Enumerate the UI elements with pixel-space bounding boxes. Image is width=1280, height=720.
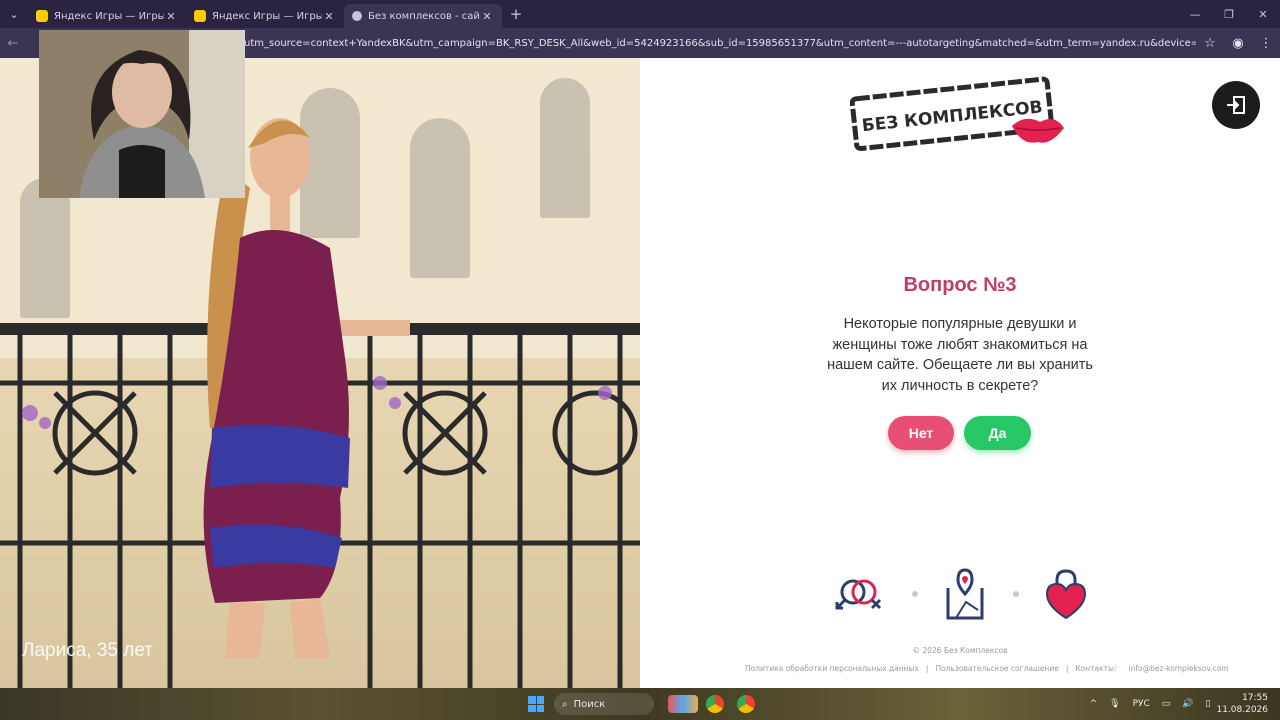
- divider-dot: [912, 591, 918, 597]
- privacy-policy-link[interactable]: Политика обработки персональных данных: [745, 664, 919, 673]
- profile-icon[interactable]: ◉: [1224, 36, 1252, 51]
- close-icon[interactable]: ✕: [480, 10, 494, 23]
- windows-logo-tile: [536, 704, 544, 712]
- contacts-label: Контакты:: [1075, 664, 1117, 673]
- contact-email-link[interactable]: info@bez-kompleksov.com: [1129, 664, 1229, 673]
- photo-caption: Лариса, 35 лет: [22, 640, 153, 661]
- building-window: [20, 178, 70, 318]
- menu-kebab-icon[interactable]: ⋮: [1252, 36, 1280, 51]
- terms-link[interactable]: Пользовательское соглашение: [935, 664, 1058, 673]
- windows-logo-tile: [528, 704, 536, 712]
- couple-icon: [835, 579, 882, 610]
- search-label: Поиск: [573, 698, 606, 710]
- window-controls: — ❐ ✕: [1178, 8, 1280, 21]
- clock[interactable]: 17:55 11.08.2026: [1216, 692, 1268, 716]
- yandex-games-icon: [36, 10, 48, 22]
- question-text: Некоторые популярные девушки и женщины т…: [827, 316, 1093, 394]
- windows-logo-tile: [528, 696, 536, 704]
- tab-title: Без комплексов - сайт онлайн: [368, 10, 480, 22]
- clock-time: 17:55: [1242, 693, 1268, 703]
- logout-icon: [1227, 96, 1245, 114]
- footer-links: Политика обработки персональных данных |…: [745, 664, 1229, 673]
- close-icon[interactable]: ✕: [322, 10, 336, 23]
- page: Лариса, 35 лет БЕЗ КОМПЛЕКСОВ Вопрос №3 …: [0, 30, 1280, 688]
- building-window: [540, 78, 590, 218]
- close-icon[interactable]: ✕: [164, 10, 178, 23]
- tab-title: Яндекс Игры — Игры онлайн: [212, 10, 322, 22]
- webcam-overlay: [39, 30, 245, 198]
- battery-icon[interactable]: ▯: [1206, 699, 1211, 709]
- question-title: Вопрос №3: [903, 274, 1017, 296]
- webcam-person: [39, 30, 245, 198]
- taskbar: ⌕ Поиск ^ 🎙 РУС ▭ 🔊 ▯ 17:55 11.08.2026: [0, 688, 1280, 720]
- heart-lock-icon: [1045, 569, 1087, 620]
- taskbar-search[interactable]: ⌕ Поиск: [554, 693, 654, 715]
- footer-separator: |: [925, 664, 929, 673]
- divider-dot: [1013, 591, 1019, 597]
- minimize-icon[interactable]: —: [1178, 8, 1212, 21]
- tab-search-button[interactable]: ⌄: [0, 0, 28, 28]
- tab-bar: ⌄ Яндекс Игры — Игры онлайн ✕ Яндекс Игр…: [0, 0, 1280, 28]
- quiz-panel: БЕЗ КОМПЛЕКСОВ Вопрос №3 Некоторые попул…: [640, 58, 1280, 688]
- footer-spacer: [1117, 664, 1129, 673]
- volume-icon[interactable]: 🔊: [1182, 699, 1193, 709]
- close-window-icon[interactable]: ✕: [1246, 8, 1280, 21]
- site-icon: [352, 11, 362, 21]
- restore-icon[interactable]: ❐: [1212, 8, 1246, 21]
- no-button[interactable]: Нет: [888, 416, 954, 450]
- taskbar-app-games-icon[interactable]: [668, 695, 698, 713]
- site-logo[interactable]: БЕЗ КОМПЛЕКСОВ: [850, 76, 1070, 152]
- system-tray: ^ 🎙 РУС ▭ 🔊 ▯ 17:55 11.08.2026: [1084, 688, 1280, 720]
- clock-date: 11.08.2026: [1216, 705, 1268, 715]
- building-window: [410, 118, 470, 278]
- new-tab-button[interactable]: +: [502, 5, 530, 23]
- display-icon[interactable]: ▭: [1162, 699, 1171, 709]
- copyright: © 2026 Без Комплексов: [912, 646, 1008, 655]
- chevron-down-icon: ⌄: [9, 7, 19, 21]
- tab-title: Яндекс Игры — Игры онлайн: [54, 10, 164, 22]
- chrome-profile-icon[interactable]: [737, 695, 755, 713]
- tab-yandex-games-1[interactable]: Яндекс Игры — Игры онлайн ✕: [28, 4, 186, 28]
- logout-button[interactable]: [1212, 81, 1260, 129]
- tab-bez-kompleksov[interactable]: Без комплексов - сайт онлайн ✕: [344, 4, 502, 28]
- chevron-up-icon[interactable]: ^: [1090, 699, 1098, 709]
- search-icon: ⌕: [562, 698, 568, 710]
- kiss-lips-icon: [1012, 118, 1064, 143]
- windows-logo-tile: [536, 696, 544, 704]
- back-icon[interactable]: ←: [0, 36, 26, 51]
- footer-separator: |: [1065, 664, 1069, 673]
- map-pin-icon: [946, 568, 984, 620]
- tab-yandex-games-2[interactable]: Яндекс Игры — Игры онлайн ✕: [186, 4, 344, 28]
- yandex-games-icon: [194, 10, 206, 22]
- microphone-icon[interactable]: 🎙: [1109, 699, 1120, 709]
- yes-button[interactable]: Да: [964, 416, 1031, 450]
- chrome-icon[interactable]: [706, 695, 724, 713]
- start-button[interactable]: [528, 696, 544, 712]
- bookmark-star-icon[interactable]: ☆: [1196, 36, 1224, 51]
- language-indicator[interactable]: РУС: [1133, 699, 1150, 709]
